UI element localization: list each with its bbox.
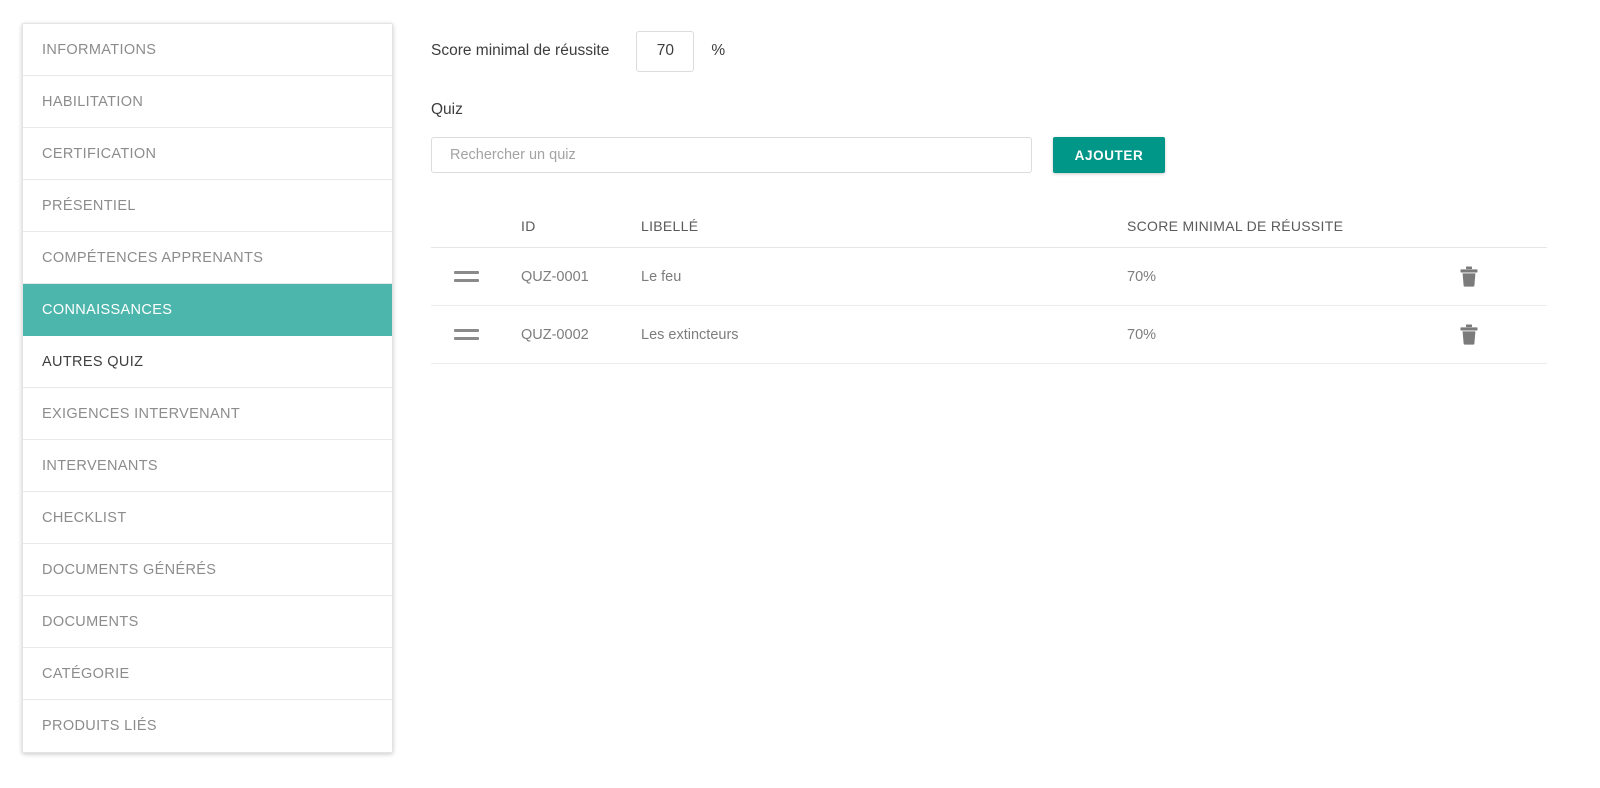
sidebar-item-exigences-intervenant[interactable]: EXIGENCES INTERVENANT <box>23 388 392 440</box>
row-action-cell <box>1427 324 1547 346</box>
trash-icon <box>1459 266 1479 291</box>
row-score: 70% <box>1127 268 1157 285</box>
sidebar-item-cat-gorie[interactable]: CATÉGORIE <box>23 648 392 700</box>
table-header-row: ID LIBELLÉ SCORE MINIMAL DE RÉUSSITE <box>431 205 1547 248</box>
sidebar-item-label: CERTIFICATION <box>42 145 157 162</box>
sidebar-nav: INFORMATIONS HABILITATION CERTIFICATION PRÉ… <box>22 23 393 753</box>
row-score: 70% <box>1127 326 1157 343</box>
sidebar-item-autres-quiz[interactable]: AUTRES QUIZ <box>23 336 392 388</box>
search-input[interactable] <box>431 137 1032 173</box>
quiz-table: ID LIBELLÉ SCORE MINIMAL DE RÉUSSITE QUZ… <box>431 205 1547 364</box>
sidebar-item-label: AUTRES QUIZ <box>42 353 144 370</box>
sidebar-item-label: EXIGENCES INTERVENANT <box>42 405 241 422</box>
sidebar-item-pr-sentiel[interactable]: PRÉSENTIEL <box>23 180 392 232</box>
sidebar-item-comp-tences-apprenants[interactable]: COMPÉTENCES APPRENANTS <box>23 232 392 284</box>
drag-handle-icon[interactable] <box>454 329 479 340</box>
row-id: QUZ-0002 <box>521 326 589 343</box>
sidebar-item-informations[interactable]: INFORMATIONS <box>23 24 392 76</box>
sidebar-item-habilitation[interactable]: HABILITATION <box>23 76 392 128</box>
score-input[interactable] <box>636 30 695 72</box>
sidebar-item-documents-g-n-r-s[interactable]: DOCUMENTS GÉNÉRÉS <box>23 544 392 596</box>
row-id: QUZ-0001 <box>521 268 589 285</box>
percent-symbol: % <box>711 42 726 59</box>
sidebar-item-connaissances[interactable]: CONNAISSANCES <box>23 284 392 336</box>
header-label: LIBELLÉ <box>641 218 699 234</box>
sidebar-item-label: PRÉSENTIEL <box>42 197 136 214</box>
sidebar-item-label: COMPÉTENCES APPRENANTS <box>42 249 264 266</box>
drag-handle-icon[interactable] <box>454 271 479 282</box>
row-label: Les extincteurs <box>641 326 739 343</box>
table-row[interactable]: QUZ-0001 Le feu 70% <box>431 248 1547 306</box>
sidebar-item-label: HABILITATION <box>42 93 144 110</box>
header-id: ID <box>521 218 536 234</box>
table-row[interactable]: QUZ-0002 Les extincteurs 70% <box>431 306 1547 364</box>
sidebar-item-certification[interactable]: CERTIFICATION <box>23 128 392 180</box>
row-label: Le feu <box>641 268 682 285</box>
delete-row-button[interactable] <box>1459 266 1479 288</box>
page-root: INFORMATIONS HABILITATION CERTIFICATION PRÉ… <box>0 0 1600 788</box>
row-drag-cell[interactable] <box>431 329 521 340</box>
sidebar-item-label: INFORMATIONS <box>42 41 157 58</box>
sidebar-item-documents[interactable]: DOCUMENTS <box>23 596 392 648</box>
header-score: SCORE MINIMAL DE RÉUSSITE <box>1127 218 1344 234</box>
sidebar-item-produits-li-s[interactable]: PRODUITS LIÉS <box>23 700 392 752</box>
score-field-row: Score minimal de réussite % <box>431 23 1551 79</box>
sidebar-item-label: CATÉGORIE <box>42 665 130 682</box>
score-label: Score minimal de réussite <box>431 42 610 59</box>
trash-icon <box>1459 324 1479 349</box>
quiz-search-row: AJOUTER <box>431 137 1551 173</box>
main-content: Score minimal de réussite % Quiz AJOUTER… <box>431 23 1551 364</box>
table-body: QUZ-0001 Le feu 70% QUZ-0002 Les extincteurs… <box>431 248 1547 364</box>
sidebar-item-label: DOCUMENTS GÉNÉRÉS <box>42 561 217 578</box>
delete-row-button[interactable] <box>1459 324 1479 346</box>
sidebar-item-intervenants[interactable]: INTERVENANTS <box>23 440 392 492</box>
add-quiz-button[interactable]: AJOUTER <box>1053 137 1165 173</box>
sidebar-item-label: INTERVENANTS <box>42 457 158 474</box>
row-action-cell <box>1427 266 1547 288</box>
quiz-section-label: Quiz <box>431 101 463 118</box>
sidebar-item-checklist[interactable]: CHECKLIST <box>23 492 392 544</box>
sidebar-item-label: CONNAISSANCES <box>42 301 173 318</box>
sidebar-item-label: DOCUMENTS <box>42 613 139 630</box>
row-drag-cell[interactable] <box>431 271 521 282</box>
sidebar-item-label: PRODUITS LIÉS <box>42 718 157 734</box>
sidebar-item-label: CHECKLIST <box>42 509 127 526</box>
